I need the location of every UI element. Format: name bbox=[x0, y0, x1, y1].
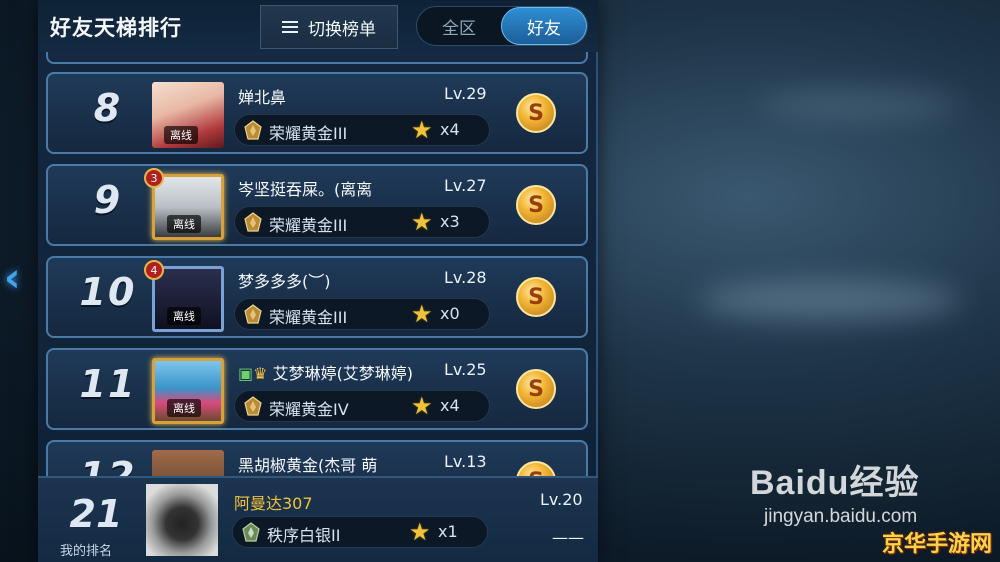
corner-watermark: 京华手游网 bbox=[881, 532, 992, 557]
avatar[interactable]: 离线 bbox=[152, 174, 224, 240]
player-level: Lv.13 bbox=[444, 452, 487, 471]
status-badge: 离线 bbox=[164, 126, 198, 144]
watermark-url: jingyan.baidu.com bbox=[764, 506, 918, 527]
tier-label: 荣耀黄金III bbox=[269, 308, 348, 327]
star-icon: ★ bbox=[409, 518, 431, 546]
list-icon bbox=[282, 20, 298, 34]
my-tier-label: 秩序白银II bbox=[267, 526, 341, 545]
rank-number: 9 bbox=[93, 178, 123, 222]
tier-icon bbox=[244, 396, 262, 416]
player-level: Lv.29 bbox=[444, 84, 487, 103]
gold-coin-icon[interactable]: S bbox=[516, 369, 556, 409]
ranking-row-prev bbox=[46, 52, 588, 64]
baidu-watermark: Baidu经验 jingyan.baidu.com bbox=[750, 455, 919, 528]
crown-icon: ♛ bbox=[253, 364, 268, 383]
tier-icon bbox=[242, 522, 260, 542]
stars-count: x0 bbox=[440, 304, 460, 323]
stars-count: x3 bbox=[440, 212, 460, 231]
ladder-panel: 好友天梯排行 切换榜单 全区 好友 8 离线 婵北鼻 Lv.29 荣耀黄金III… bbox=[38, 0, 598, 562]
rank-number: 10 bbox=[79, 270, 137, 314]
avatar[interactable]: 离线 bbox=[152, 358, 224, 424]
count-badge: 4 bbox=[144, 260, 164, 280]
star-icon: ★ bbox=[411, 392, 433, 420]
my-avatar[interactable] bbox=[146, 484, 218, 556]
tier-label: 荣耀黄金IV bbox=[269, 400, 349, 419]
rank-number: 12 bbox=[79, 454, 137, 476]
star-icon: ★ bbox=[411, 208, 433, 236]
rank-number: 8 bbox=[93, 86, 123, 130]
switch-list-label: 切换榜单 bbox=[308, 19, 376, 40]
my-tier-pill: 秩序白银II ★ x1 bbox=[232, 516, 488, 548]
ranking-row[interactable]: 10 4 离线 梦多多多(︶) Lv.28 荣耀黄金III ★ x0 S bbox=[46, 256, 588, 338]
player-name: 婵北鼻 bbox=[238, 88, 287, 107]
star-icon: ★ bbox=[411, 300, 433, 328]
my-stars-count: x1 bbox=[438, 522, 458, 541]
star-icon: ★ bbox=[411, 116, 433, 144]
player-name: 梦多多多(︶) bbox=[238, 272, 331, 291]
stars-count: x4 bbox=[440, 120, 460, 139]
my-player-level: Lv.20 bbox=[540, 490, 583, 509]
ranking-row[interactable]: 9 3 离线 岑坚挺吞屎。(离离 Lv.27 荣耀黄金III ★ x3 S bbox=[46, 164, 588, 246]
count-badge: 3 bbox=[144, 168, 164, 188]
rank-number: 11 bbox=[79, 362, 137, 406]
back-arrow-icon[interactable]: ‹ bbox=[4, 255, 20, 301]
tier-icon bbox=[244, 304, 262, 324]
tier-icon bbox=[244, 120, 262, 140]
status-badge: 离线 bbox=[167, 307, 201, 325]
status-badge: 离线 bbox=[167, 399, 201, 417]
ranking-list[interactable]: 8 离线 婵北鼻 Lv.29 荣耀黄金III ★ x4 S 9 3 离线 岑坚挺… bbox=[38, 52, 598, 476]
my-rank-number: 21 bbox=[69, 492, 123, 536]
player-level: Lv.27 bbox=[444, 176, 487, 195]
player-level: Lv.28 bbox=[444, 268, 487, 287]
status-badge: 离线 bbox=[167, 215, 201, 233]
tier-pill: 荣耀黄金III ★ x4 bbox=[234, 114, 490, 146]
my-extra: —— bbox=[552, 528, 584, 547]
avatar[interactable] bbox=[152, 450, 224, 476]
scope-toggle: 全区 好友 bbox=[416, 6, 588, 46]
tier-icon bbox=[244, 212, 262, 232]
my-player-name: 阿曼达307 bbox=[234, 494, 313, 513]
gold-coin-icon[interactable]: S bbox=[516, 185, 556, 225]
my-rank-bar: 21 我的排名 阿曼达307 Lv.20 秩序白银II ★ x1 —— bbox=[38, 476, 598, 562]
gold-coin-icon[interactable]: S bbox=[516, 277, 556, 317]
player-name: ▣♛ 艾梦琳婷(艾梦琳婷) bbox=[238, 360, 448, 384]
player-level: Lv.25 bbox=[444, 360, 487, 379]
gold-coin-icon[interactable]: S bbox=[516, 461, 556, 476]
ranking-row[interactable]: 8 离线 婵北鼻 Lv.29 荣耀黄金III ★ x4 S bbox=[46, 72, 588, 154]
player-name-text: 艾梦琳婷(艾梦琳婷) bbox=[272, 364, 414, 383]
watermark-logo: Baidu经验 bbox=[750, 464, 920, 502]
my-rank-label: 我的排名 bbox=[60, 544, 113, 559]
tab-friends[interactable]: 好友 bbox=[501, 7, 587, 45]
player-name: 黑胡椒黄金(杰哥 萌 bbox=[238, 456, 378, 475]
ranking-row[interactable]: 12 黑胡椒黄金(杰哥 萌 Lv.13 S bbox=[46, 440, 588, 476]
tier-label: 荣耀黄金III bbox=[269, 216, 348, 235]
stars-count: x4 bbox=[440, 396, 460, 415]
header: 好友天梯排行 切换榜单 全区 好友 bbox=[38, 0, 598, 52]
player-name: 岑坚挺吞屎。(离离 bbox=[238, 180, 373, 199]
tier-pill: 荣耀黄金III ★ x0 bbox=[234, 298, 490, 330]
tier-pill: 荣耀黄金IV ★ x4 bbox=[234, 390, 490, 422]
gold-coin-icon[interactable]: S bbox=[516, 93, 556, 133]
switch-list-button[interactable]: 切换榜单 bbox=[260, 5, 398, 49]
page-title: 好友天梯排行 bbox=[50, 16, 182, 40]
avatar[interactable]: 离线 bbox=[152, 82, 224, 148]
avatar[interactable]: 离线 bbox=[152, 266, 224, 332]
tier-pill: 荣耀黄金III ★ x3 bbox=[234, 206, 490, 238]
phone-icon: ▣ bbox=[238, 364, 254, 383]
ranking-row[interactable]: 11 离线 ▣♛ 艾梦琳婷(艾梦琳婷) Lv.25 荣耀黄金IV ★ x4 S bbox=[46, 348, 588, 430]
tab-all-region[interactable]: 全区 bbox=[417, 7, 501, 45]
tier-label: 荣耀黄金III bbox=[269, 124, 348, 143]
